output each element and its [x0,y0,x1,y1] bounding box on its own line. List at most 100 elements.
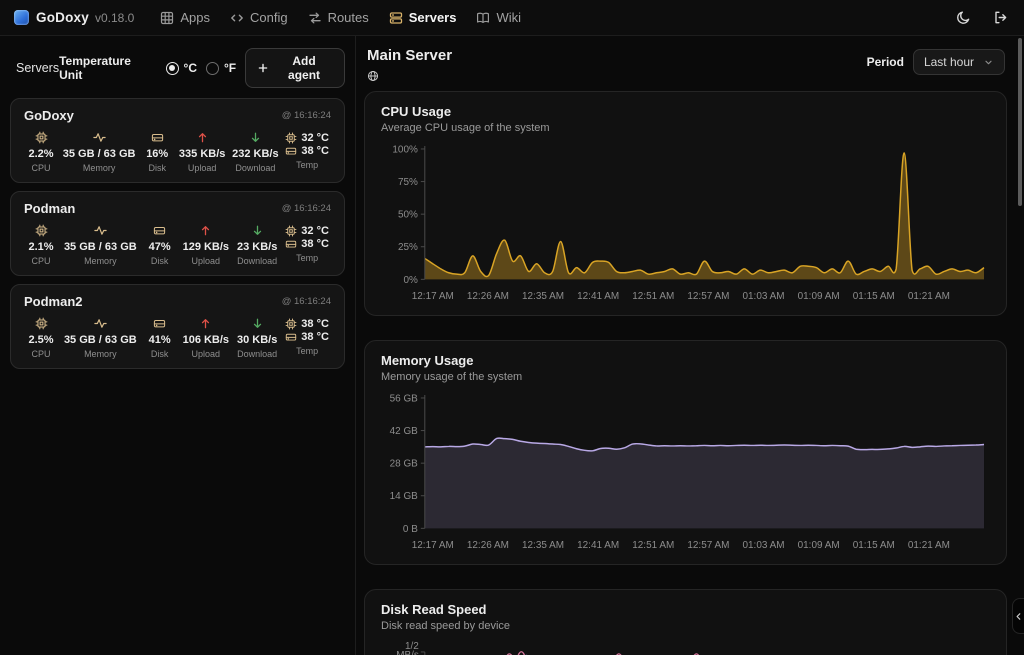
sidebar-header: Servers Temperature Unit °C °F Add agent [0,36,355,98]
stat-cpu: 2.1% CPU [26,224,56,266]
temp-cpu-value: 32 °C [301,225,329,237]
nav-label: Apps [180,10,210,25]
add-agent-button[interactable]: Add agent [245,48,345,88]
cpu-chip-icon [35,224,48,237]
stat-upload: 335 KB/s Upload [179,131,225,173]
stat-cpu: 2.2% CPU [26,131,56,173]
globe-icon [367,70,379,82]
theme-toggle-button[interactable] [954,8,973,27]
memory-usage-card: Memory Usage Memory usage of the system … [364,340,1007,565]
server-timestamp: @ 16:16:24 [282,203,331,214]
server-card-podman2[interactable]: Podman2 @ 16:16:24 2.5% CPU 35 GB / 63 G… [10,284,345,369]
main-content: Main Server Period Last hour CPU Usage A… [357,36,1024,655]
main-scrollbar-thumb[interactable] [1018,38,1022,206]
server-name: Podman2 [24,294,83,309]
stat-value: 23 KB/s [237,241,277,253]
svg-text:12:57 AM: 12:57 AM [687,291,729,302]
svg-text:12:26 AM: 12:26 AM [467,540,509,551]
stat-upload: 106 KB/s Upload [183,317,229,359]
server-stats: 2.2% CPU 35 GB / 63 GB Memory 16% Disk 3… [24,131,331,173]
routes-icon [308,11,322,25]
stat-value: 35 GB / 63 GB [64,334,137,346]
stat-memory: 35 GB / 63 GB Memory [64,317,137,359]
server-name: Podman [24,201,75,216]
hard-drive-icon [153,317,166,330]
temp-disk-value: 38 °C [301,331,329,343]
stat-disk: 41% Disk [145,317,175,359]
period-select[interactable]: Last hour [913,49,1005,75]
server-card-podman[interactable]: Podman @ 16:16:24 2.1% CPU 35 GB / 63 GB… [10,191,345,276]
chart-subtitle: Memory usage of the system [381,371,990,383]
server-stats: 2.5% CPU 35 GB / 63 GB Memory 41% Disk 1… [24,317,331,359]
chevron-left-icon [1014,612,1023,621]
hard-drive-icon [285,238,297,250]
svg-text:75%: 75% [398,177,418,188]
stat-label: Upload [188,163,217,173]
svg-text:01:21 AM: 01:21 AM [908,291,950,302]
cpu-chip-icon [285,225,297,237]
radio-fahrenheit[interactable]: °F [206,61,236,75]
grid-icon [160,11,174,25]
svg-text:01:15 AM: 01:15 AM [853,291,895,302]
nav-label: Servers [409,10,457,25]
memory-usage-chart[interactable]: 56 GB42 GB28 GB14 GB0 B12:17 AM12:26 AM1… [381,393,990,556]
svg-text:MB/s: MB/s [396,650,419,655]
svg-text:01:09 AM: 01:09 AM [798,540,840,551]
cpu-usage-chart[interactable]: 100%75%50%25%0%12:17 AM12:26 AM12:35 AM1… [381,144,990,307]
temperature-unit-label: Temperature Unit [59,54,156,82]
cpu-usage-card: CPU Usage Average CPU usage of the syste… [364,91,1007,316]
hard-drive-icon [285,145,297,157]
svg-text:0 B: 0 B [403,524,418,535]
chart-subtitle: Disk read speed by device [381,620,990,632]
disk-read-speed-card: Disk Read Speed Disk read speed by devic… [364,589,1007,655]
svg-text:14 GB: 14 GB [390,491,419,502]
sidebar-collapse-handle[interactable] [1012,598,1024,634]
stat-cpu: 2.5% CPU [26,317,56,359]
stat-download: 23 KB/s Download [237,224,277,266]
stat-value: 232 KB/s [232,148,278,160]
svg-text:12:26 AM: 12:26 AM [467,291,509,302]
nav-item-config[interactable]: Config [230,10,288,25]
stat-label: Temp [296,253,318,263]
radio-dot-fahrenheit[interactable] [206,62,219,75]
stat-disk: 16% Disk [142,131,172,173]
radio-dot-celsius[interactable] [166,62,179,75]
nav-item-apps[interactable]: Apps [160,10,210,25]
activity-icon [93,131,106,144]
temp-disk-value: 38 °C [301,145,329,157]
nav-label: Wiki [496,10,521,25]
brand-name: GoDoxy [36,10,89,25]
logout-button[interactable] [991,8,1010,27]
nav-item-routes[interactable]: Routes [308,10,369,25]
server-name: GoDoxy [24,108,74,123]
arrow-down-icon [251,224,264,237]
svg-text:01:15 AM: 01:15 AM [853,540,895,551]
temp-cpu-value: 32 °C [301,132,329,144]
chart-subtitle: Average CPU usage of the system [381,122,990,134]
svg-text:01:21 AM: 01:21 AM [908,540,950,551]
servers-sidebar: Servers Temperature Unit °C °F Add agent… [0,36,356,655]
disk-read-speed-chart[interactable]: 1/2MB/s [381,640,990,655]
nav-label: Config [250,10,288,25]
stat-value: 2.5% [28,334,53,346]
nav-item-wiki[interactable]: Wiki [476,10,521,25]
stat-value: 106 KB/s [183,334,229,346]
radio-celsius[interactable]: °C [166,61,197,75]
svg-text:12:35 AM: 12:35 AM [522,291,564,302]
period-label: Period [867,55,904,69]
stat-memory: 35 GB / 63 GB Memory [64,224,137,266]
nav-item-servers[interactable]: Servers [389,10,457,25]
main-header: Main Server Period Last hour [364,44,1007,91]
stat-value: 41% [149,334,171,346]
arrow-up-icon [199,317,212,330]
stat-label: Disk [151,349,169,359]
server-card-godoxy[interactable]: GoDoxy @ 16:16:24 2.2% CPU 35 GB / 63 GB… [10,98,345,183]
stat-label: Upload [192,256,221,266]
stat-label: Upload [192,349,221,359]
svg-text:50%: 50% [398,210,418,221]
svg-text:42 GB: 42 GB [390,426,419,437]
stat-label: Temp [296,346,318,356]
cpu-chip-icon [35,131,48,144]
stat-value: 47% [149,241,171,253]
temp-disk-value: 38 °C [301,238,329,250]
